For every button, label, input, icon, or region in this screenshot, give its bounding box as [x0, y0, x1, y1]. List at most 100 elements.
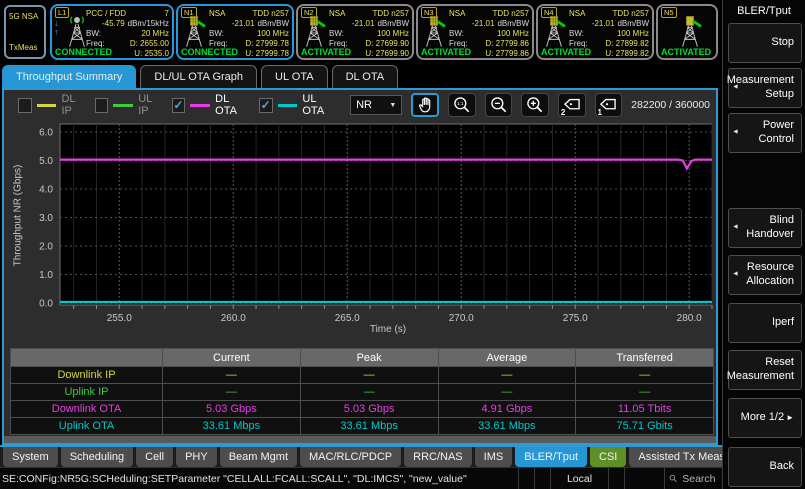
- dl-freq: D: 27799.86: [485, 39, 529, 49]
- category-tab-bar: System Scheduling Cell PHY Beam Mgmt MAC…: [0, 445, 722, 467]
- table-row-downlink-ota: Downlink OTA 5.03 Gbps 5.03 Gbps 4.91 Gb…: [11, 401, 714, 418]
- chevron-down-icon: ▼: [389, 102, 396, 109]
- cell-block-n5[interactable]: N5 ACTIVATED: [656, 4, 718, 60]
- throughput-chart[interactable]: 0.01.02.03.04.05.06.0255.0260.0265.0270.…: [8, 118, 716, 328]
- cell-block-n2[interactable]: N2 NSATDD n257 -21.01dBm/BW BW:100 MHz F…: [296, 4, 414, 60]
- y-tick-label: 2.0: [39, 242, 53, 253]
- col-header-average: Average: [438, 349, 576, 367]
- dl-ip-checkbox[interactable]: [18, 98, 32, 113]
- cell-block-l1[interactable]: L1 ↓↑ PCC / FDD7 -45.79dBm/15kHz BW:20 M…: [50, 4, 174, 60]
- ul-ip-checkbox[interactable]: [95, 98, 109, 113]
- cell-connection-status: ACTIVATED: [661, 47, 711, 57]
- marker-1-button[interactable]: 1: [595, 93, 623, 117]
- status-cell-2: [534, 468, 550, 489]
- marker-2-button[interactable]: 2: [558, 93, 586, 117]
- x-axis-title: Time (s): [288, 324, 488, 335]
- search-box[interactable]: [664, 468, 722, 489]
- table-header-row: Current Peak Average Transferred: [11, 349, 714, 367]
- cell-peak: —: [300, 384, 438, 401]
- cell-band: TDD n257: [253, 9, 289, 19]
- plot-area[interactable]: [60, 124, 712, 305]
- tab-dlul-ota-graph[interactable]: DL/UL OTA Graph: [140, 65, 257, 88]
- zoom-in-button[interactable]: [521, 93, 549, 117]
- dl-ota-checkbox[interactable]: ✓: [172, 98, 186, 113]
- y-tick-label: 0.0: [39, 299, 53, 310]
- tab-ims[interactable]: IMS: [475, 447, 513, 467]
- cell-power-unit: dBm/BW: [497, 19, 529, 29]
- x-tick-label: 255.0: [107, 313, 132, 324]
- sidebar-title: BLER/Tput: [723, 0, 805, 17]
- cell-block-n1[interactable]: N1 NSATDD n257 -21.01dBm/BW BW:100 MHz F…: [176, 4, 294, 60]
- cell-power: -21.01: [352, 19, 375, 29]
- legend-label: DL IP: [61, 93, 85, 117]
- tab-csi[interactable]: CSI: [590, 447, 626, 467]
- system-mode-panel[interactable]: 5G NSA TxMeas: [4, 5, 46, 59]
- back-button[interactable]: Back: [728, 447, 802, 487]
- tab-mac-rlc-pdcp[interactable]: MAC/RLC/PDCP: [300, 447, 401, 467]
- more-pages-button[interactable]: More 1/2 ►: [728, 398, 802, 438]
- cell-connection-status: ACTIVATED: [301, 47, 351, 57]
- throughput-summary-window: DL IP UL IP ✓ DL OTA ✓ UL OTA NR ▼: [2, 88, 718, 445]
- tab-beam-mgmt[interactable]: Beam Mgmt: [220, 447, 297, 467]
- cell-current: 5.03 Gbps: [163, 401, 301, 418]
- measurement-setup-button[interactable]: ◄ Measurement Setup: [728, 68, 802, 108]
- cell-average: 4.91 Gbps: [438, 401, 576, 418]
- tab-scheduling[interactable]: Scheduling: [61, 447, 133, 467]
- power-control-button[interactable]: ◄ Power Control: [728, 113, 802, 153]
- top-status-bar: 5G NSA TxMeas L1 ↓↑ PCC / FDD7 -45.79dBm…: [0, 0, 722, 64]
- table-row-downlink-ip: Downlink IP — — — —: [11, 367, 714, 384]
- cell-tech: PCC / FDD: [86, 9, 126, 19]
- button-label: Iperf: [772, 316, 794, 330]
- tab-assisted-tx-meas[interactable]: Assisted Tx Meas: [629, 447, 734, 467]
- tab-dl-ota[interactable]: DL OTA: [332, 65, 399, 88]
- zoom-one-to-one-button[interactable]: 1:1: [448, 93, 476, 117]
- legend-label: DL OTA: [215, 93, 250, 117]
- zoom-out-button[interactable]: [485, 93, 513, 117]
- blind-handover-button[interactable]: ◄ Blind Handover: [728, 208, 802, 248]
- ul-freq: U: 2535.0: [134, 49, 169, 59]
- search-input[interactable]: [680, 472, 718, 486]
- iperf-button[interactable]: Iperf: [728, 303, 802, 343]
- layer-select-dropdown[interactable]: NR ▼: [350, 95, 402, 115]
- row-label: Uplink IP: [11, 384, 163, 401]
- button-label: Power Control: [740, 119, 794, 147]
- cell-transferred: —: [576, 384, 714, 401]
- ul-ota-checkbox[interactable]: ✓: [259, 98, 273, 113]
- local-remote-indicator[interactable]: Local: [550, 468, 608, 489]
- cell-band: TDD n257: [373, 9, 409, 19]
- dl-ota-swatch: [190, 104, 210, 107]
- cell-connection-status: ACTIVATED: [541, 47, 591, 57]
- horizontal-scrollbar[interactable]: [4, 436, 716, 443]
- nr-antenna-icon: [422, 15, 446, 49]
- tab-rrc-nas[interactable]: RRC/NAS: [404, 447, 472, 467]
- app-screen: 5G NSA TxMeas L1 ↓↑ PCC / FDD7 -45.79dBm…: [0, 0, 805, 489]
- tab-cell[interactable]: Cell: [136, 447, 173, 467]
- dl-freq: D: 2655.00: [130, 39, 169, 49]
- marker-1-number: 1: [598, 108, 602, 117]
- tab-system[interactable]: System: [3, 447, 58, 467]
- bw-label: BW:: [209, 29, 224, 39]
- chart-area: 0.01.02.03.04.05.06.0255.0260.0265.0270.…: [8, 118, 716, 328]
- system-mode-label: 5G NSA: [9, 12, 41, 21]
- row-label: Uplink OTA: [11, 418, 163, 435]
- tab-bler-tput[interactable]: BLER/Tput: [515, 447, 587, 467]
- cell-tech: NSA: [449, 9, 465, 19]
- cell-current: —: [163, 367, 301, 384]
- cell-transferred: —: [576, 367, 714, 384]
- cell-block-n3[interactable]: N3 NSATDD n257 -21.01dBm/BW BW:100 MHz F…: [416, 4, 534, 60]
- reset-measurement-button[interactable]: Reset Measurement: [728, 350, 802, 390]
- resource-allocation-button[interactable]: ◄ Resource Allocation: [728, 255, 802, 295]
- cell-peak: 5.03 Gbps: [300, 401, 438, 418]
- tab-throughput-summary[interactable]: Throughput Summary: [2, 65, 136, 88]
- ul-ip-swatch: [113, 104, 133, 107]
- col-header-current: Current: [163, 349, 301, 367]
- bw-label: BW:: [329, 29, 344, 39]
- cell-block-n4[interactable]: N4 NSATDD n257 -21.01dBm/BW BW:100 MHz F…: [536, 4, 654, 60]
- cell-current: —: [163, 384, 301, 401]
- status-cell-1: [518, 468, 534, 489]
- tab-phy[interactable]: PHY: [176, 447, 217, 467]
- stop-button[interactable]: Stop: [728, 23, 802, 63]
- tab-ul-ota[interactable]: UL OTA: [261, 65, 328, 88]
- pan-hand-button[interactable]: [411, 93, 439, 117]
- cell-current: 33.61 Mbps: [163, 418, 301, 435]
